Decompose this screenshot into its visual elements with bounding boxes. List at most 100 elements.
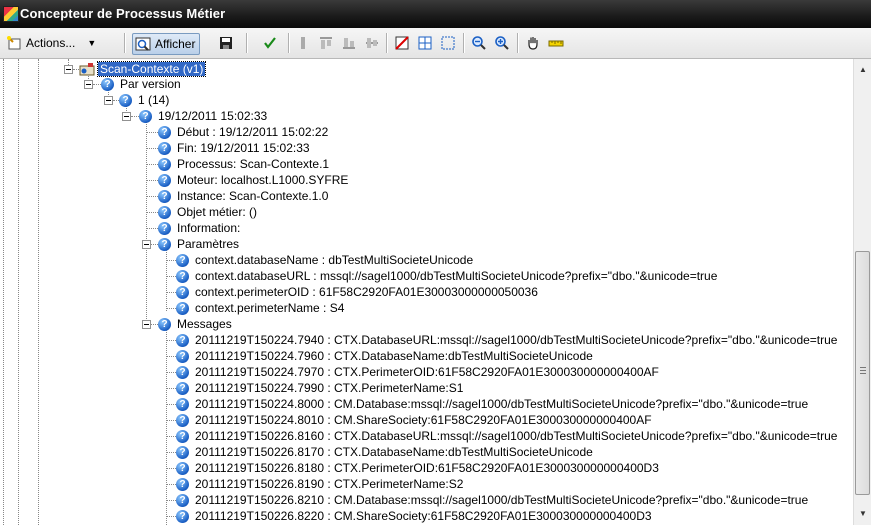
question-icon: ? (119, 93, 132, 107)
question-icon: ? (176, 445, 189, 459)
question-icon: ? (176, 429, 189, 443)
tree-node-message[interactable]: ? 20111219T150226.8160 : CTX.DatabaseURL:… (176, 428, 837, 444)
zoom-out-button[interactable] (471, 33, 487, 53)
vertical-scrollbar[interactable]: ▲ ▼ (853, 59, 871, 525)
question-icon: ? (101, 77, 114, 91)
save-icon (220, 37, 232, 49)
tree-node-parameter[interactable]: ? context.databaseURL : mssql://sagel1000… (176, 268, 717, 284)
tree-node-parameter[interactable]: ? context.perimeterName : S4 (176, 300, 344, 316)
collapse-toggle[interactable] (142, 240, 151, 249)
window-title: Concepteur de Processus Métier (20, 6, 226, 21)
actions-label: Actions... (26, 36, 76, 50)
select-area-button[interactable] (440, 33, 456, 53)
align-top-button[interactable] (318, 33, 334, 53)
afficher-label: Afficher (155, 37, 196, 51)
tree-node-detail[interactable]: ? Début : 19/12/2011 15:02:22 (158, 124, 328, 140)
question-icon: ? (176, 365, 189, 379)
question-icon: ? (158, 221, 171, 235)
tree-node-message[interactable]: ? 20111219T150224.8000 : CM.Database:mssq… (176, 396, 808, 412)
tree-node-message[interactable]: ? 20111219T150226.8210 : CM.Database:mssq… (176, 492, 808, 508)
tree-node-parameter[interactable]: ? context.databaseName : dbTestMultiSocie… (176, 252, 473, 268)
zoom-out-icon (472, 36, 486, 50)
question-icon: ? (158, 141, 171, 155)
collapse-toggle[interactable] (104, 96, 113, 105)
parametres-label: Paramètres (177, 237, 240, 251)
align-center-button[interactable] (364, 33, 380, 53)
grid-button[interactable] (417, 33, 433, 53)
tree-node-message[interactable]: ? 20111219T150224.7970 : CTX.PerimeterOID… (176, 364, 659, 380)
cut-link-icon (395, 36, 409, 50)
tree-node-parameter[interactable]: ? context.perimeterOID : 61F58C2920FA01E3… (176, 284, 538, 300)
grid-icon (418, 36, 432, 50)
question-icon: ? (176, 493, 189, 507)
tree-node-detail[interactable]: ? Objet métier: () (158, 204, 257, 220)
cut-link-button[interactable] (394, 33, 410, 53)
question-icon: ? (158, 157, 171, 171)
scroll-down-arrow-icon[interactable]: ▼ (855, 505, 871, 521)
tree-node-message[interactable]: ? 20111219T150224.7990 : CTX.PerimeterNam… (176, 380, 463, 396)
disabled-button[interactable] (296, 33, 310, 53)
instance-date-label: 19/12/2011 15:02:33 (158, 109, 268, 123)
question-icon: ? (176, 349, 189, 363)
tree-node-message[interactable]: ? 20111219T150226.8170 : CTX.DatabaseName… (176, 444, 593, 460)
question-icon: ? (158, 189, 171, 203)
scrollbar-thumb[interactable] (855, 251, 870, 495)
tree-node-par-version[interactable]: ? Par version (101, 76, 181, 92)
tree-node-root[interactable]: Scan-Contexte (v1) (79, 61, 207, 77)
question-icon: ? (176, 477, 189, 491)
checkmark-icon (264, 37, 276, 49)
version-label: 1 (14) (138, 93, 170, 107)
par-version-label: Par version (120, 77, 181, 91)
tree-node-message[interactable]: ? 20111219T150226.8180 : CTX.PerimeterOID… (176, 460, 659, 476)
pan-button[interactable] (525, 33, 541, 53)
tree-node-messages[interactable]: ? Messages (158, 316, 232, 332)
collapse-toggle[interactable] (84, 80, 93, 89)
tree-node-message[interactable]: ? 20111219T150224.8010 : CM.ShareSociety:… (176, 412, 652, 428)
question-icon: ? (176, 333, 189, 347)
collapse-toggle[interactable] (142, 320, 151, 329)
tree-node-message[interactable]: ? 20111219T150224.7940 : CTX.DatabaseURL:… (176, 332, 837, 348)
zoom-in-icon (495, 36, 509, 50)
tree-node-message[interactable]: ? 20111219T150226.8220 : CM.ShareSociety:… (176, 508, 652, 524)
scroll-up-arrow-icon[interactable]: ▲ (855, 61, 871, 77)
align-bottom-icon (343, 38, 355, 49)
question-icon: ? (158, 205, 171, 219)
align-center-icon (366, 38, 378, 48)
tree-node-detail[interactable]: ? Fin: 19/12/2011 15:02:33 (158, 140, 310, 156)
zoom-in-button[interactable] (494, 33, 510, 53)
hand-icon (528, 37, 538, 50)
question-icon: ? (158, 125, 171, 139)
process-icon (79, 63, 95, 76)
save-button[interactable] (218, 33, 234, 53)
collapse-toggle[interactable] (64, 65, 73, 74)
tree-node-detail[interactable]: ? Processus: Scan-Contexte.1 (158, 156, 329, 172)
actions-icon (7, 36, 21, 50)
question-icon: ? (139, 109, 152, 123)
tree-node-message[interactable]: ? 20111219T150224.7960 : CTX.DatabaseName… (176, 348, 593, 364)
tree-node-instance[interactable]: ? 19/12/2011 15:02:33 (139, 108, 267, 124)
afficher-button[interactable]: Afficher (132, 33, 201, 55)
actions-button[interactable]: Actions... ▼ (6, 33, 96, 53)
question-icon: ? (176, 285, 189, 299)
question-icon: ? (176, 509, 189, 523)
tree-node-detail[interactable]: ? Information: (158, 220, 240, 236)
tree-node-parametres[interactable]: ? Paramètres (158, 236, 239, 252)
collapse-toggle[interactable] (122, 112, 131, 121)
ruler-button[interactable] (548, 33, 564, 53)
question-icon: ? (176, 397, 189, 411)
question-icon: ? (158, 237, 171, 251)
question-icon: ? (176, 253, 189, 267)
validate-button[interactable] (262, 33, 278, 53)
tree-node-version[interactable]: ? 1 (14) (119, 92, 169, 108)
title-bar: Concepteur de Processus Métier (0, 0, 871, 28)
tree-node-detail[interactable]: ? Moteur: localhost.L1000.SYFRE (158, 172, 348, 188)
tree-node-detail[interactable]: ? Instance: Scan-Contexte.1.0 (158, 188, 328, 204)
process-tree[interactable]: Scan-Contexte (v1) ? Par version ? 1 (14… (0, 59, 853, 525)
select-area-icon (441, 36, 455, 50)
question-icon: ? (176, 269, 189, 283)
tree-node-message[interactable]: ? 20111219T150226.8190 : CTX.PerimeterNam… (176, 476, 463, 492)
align-bottom-button[interactable] (341, 33, 357, 53)
question-icon: ? (176, 381, 189, 395)
view-icon (135, 37, 151, 51)
toolbar: Actions... ▼ Afficher (0, 28, 871, 59)
